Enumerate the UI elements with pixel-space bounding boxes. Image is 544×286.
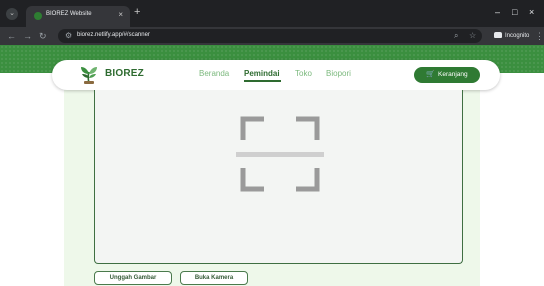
cart-icon: 🛒: [426, 71, 435, 78]
cart-button[interactable]: 🛒 Keranjang: [414, 67, 480, 83]
brand-name[interactable]: BIOREZ: [105, 68, 144, 79]
open-camera-button[interactable]: Buka Kamera: [180, 271, 248, 285]
nav-link-toko[interactable]: Toko: [295, 69, 312, 78]
url-text[interactable]: biorez.netlify.app/#/scanner: [77, 32, 150, 38]
browser-tabstrip: ⌄ BIOREZ Website × + – □ ×: [0, 0, 544, 27]
tab-search-icon[interactable]: ⌄: [6, 8, 18, 20]
close-window-icon[interactable]: ×: [529, 6, 534, 18]
new-tab-icon[interactable]: +: [134, 6, 140, 18]
bookmark-star-icon[interactable]: ☆: [469, 30, 476, 42]
cart-label: Keranjang: [438, 71, 468, 78]
incognito-icon: [494, 32, 502, 38]
maximize-icon[interactable]: □: [512, 6, 517, 18]
scanner-area[interactable]: [94, 90, 463, 264]
search-zoom-icon[interactable]: ⌕: [454, 30, 458, 42]
reload-icon[interactable]: ↻: [39, 29, 47, 43]
browser-tab[interactable]: BIOREZ Website ×: [26, 6, 130, 27]
active-nav-underline: [244, 80, 281, 82]
incognito-indicator[interactable]: Incognito: [494, 30, 529, 42]
forward-icon[interactable]: →: [23, 29, 32, 43]
site-navbar: BIOREZ Beranda Pemindai Toko Biopori 🛒 K…: [52, 60, 500, 90]
incognito-label: Incognito: [505, 33, 530, 39]
nav-link-pemindai[interactable]: Pemindai: [244, 69, 280, 78]
browser-toolbar: ← → ↻ ⚙ biorez.netlify.app/#/scanner ⌕ ☆…: [0, 27, 544, 45]
address-bar[interactable]: ⚙ biorez.netlify.app/#/scanner ⌕ ☆: [58, 29, 482, 43]
nav-link-beranda[interactable]: Beranda: [199, 69, 229, 78]
minimize-icon[interactable]: –: [495, 6, 500, 18]
back-icon[interactable]: ←: [7, 29, 16, 43]
favicon-icon: [34, 12, 42, 20]
tune-icon[interactable]: ⚙: [65, 30, 72, 42]
page-viewport: BIOREZ Beranda Pemindai Toko Biopori 🛒 K…: [0, 45, 544, 286]
tab-title: BIOREZ Website: [46, 11, 92, 17]
nav-link-biopori[interactable]: Biopori: [326, 69, 351, 78]
leaf-logo-icon[interactable]: [78, 65, 100, 85]
upload-image-button[interactable]: Unggah Gambar: [94, 271, 172, 285]
kebab-menu-icon[interactable]: ⋮: [535, 29, 544, 43]
tab-close-icon[interactable]: ×: [118, 10, 123, 19]
scan-frame-icon: [236, 116, 324, 192]
